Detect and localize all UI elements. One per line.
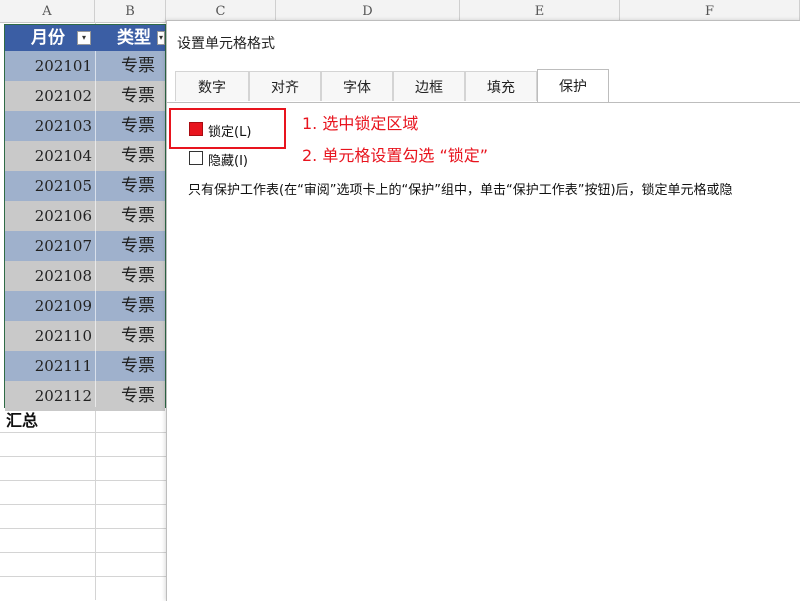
cell-month[interactable]: 202110	[5, 321, 95, 351]
table-row[interactable]: 202110 专票	[5, 321, 165, 351]
cell-month[interactable]: 202102	[5, 81, 95, 111]
cell-type[interactable]: 专票	[95, 381, 165, 411]
cell-month[interactable]: 202103	[5, 111, 95, 141]
column-header-e[interactable]: E	[460, 0, 620, 22]
hidden-label[interactable]: 隐藏(I)	[208, 150, 248, 169]
cell-month[interactable]: 202111	[5, 351, 95, 381]
filter-dropdown-icon[interactable]: ▾	[157, 31, 165, 45]
grid-line	[0, 432, 166, 433]
grid-line	[0, 576, 166, 577]
cell-type[interactable]: 专票	[95, 261, 165, 291]
column-header-b[interactable]: B	[95, 0, 166, 22]
grid-line	[0, 480, 166, 481]
table-row[interactable]: 202112 专票	[5, 381, 165, 411]
table-row[interactable]: 202106 专票	[5, 201, 165, 231]
cell-month[interactable]: 202106	[5, 201, 95, 231]
locked-label[interactable]: 锁定(L)	[208, 121, 251, 140]
column-header-c[interactable]: C	[166, 0, 276, 22]
cell-month[interactable]: 202107	[5, 231, 95, 261]
protection-note: 只有保护工作表(在“审阅”选项卡上的“保护”组中，单击“保护工作表”按钮)后，锁…	[188, 183, 733, 198]
header-month[interactable]: 月份	[31, 25, 65, 51]
cell-type[interactable]: 专票	[95, 141, 165, 171]
grid-line	[0, 552, 166, 553]
cell-type[interactable]: 专票	[95, 171, 165, 201]
table-row[interactable]: 202103 专票	[5, 111, 165, 141]
tab-protection[interactable]: 保护	[537, 69, 609, 102]
hidden-checkbox[interactable]	[189, 151, 203, 165]
tab-border[interactable]: 边框	[393, 71, 465, 101]
table-row[interactable]: 202111 专票	[5, 351, 165, 381]
table-row[interactable]: 202105 专票	[5, 171, 165, 201]
column-header-a[interactable]: A	[0, 0, 95, 22]
column-divider	[95, 51, 96, 407]
column-header-d[interactable]: D	[276, 0, 460, 22]
dialog-title: 设置单元格格式	[177, 36, 275, 52]
cell-month[interactable]: 202109	[5, 291, 95, 321]
cell-type[interactable]: 专票	[95, 51, 165, 81]
column-header-f[interactable]: F	[620, 0, 800, 22]
cell-month[interactable]: 202108	[5, 261, 95, 291]
data-table[interactable]: 月份 ▾ 类型 ▾ 202101 专票 202102 专票 202103 专票 …	[4, 24, 166, 411]
table-row[interactable]: 202102 专票	[5, 81, 165, 111]
table-row[interactable]: 202108 专票	[5, 261, 165, 291]
cell-month[interactable]: 202112	[5, 381, 95, 411]
tab-fill[interactable]: 填充	[465, 71, 537, 101]
grid-line	[0, 504, 166, 505]
cell-type[interactable]: 专票	[95, 111, 165, 141]
summary-label[interactable]: 汇总	[6, 410, 38, 432]
annotation-step-1: 1. 选中锁定区域	[302, 114, 419, 133]
cell-type[interactable]: 专票	[95, 81, 165, 111]
annotation-step-2: 2. 单元格设置勾选 “锁定”	[302, 146, 489, 165]
table-row[interactable]: 202101 专票	[5, 51, 165, 81]
locked-checkbox[interactable]	[189, 122, 203, 136]
grid-line	[0, 528, 166, 529]
tab-font[interactable]: 字体	[321, 71, 393, 101]
cell-type[interactable]: 专票	[95, 201, 165, 231]
tab-divider	[167, 102, 800, 103]
table-row[interactable]: 202107 专票	[5, 231, 165, 261]
tab-alignment[interactable]: 对齐	[249, 71, 321, 101]
format-cells-dialog: 设置单元格格式 数字 对齐 字体 边框 填充 保护 锁定(L) 隐藏(I) 1.…	[166, 20, 800, 601]
table-header-row: 月份 ▾ 类型 ▾	[5, 25, 165, 51]
cell-type[interactable]: 专票	[95, 351, 165, 381]
cell-type[interactable]: 专票	[95, 321, 165, 351]
cell-type[interactable]: 专票	[95, 231, 165, 261]
grid-line	[0, 456, 166, 457]
table-row[interactable]: 202104 专票	[5, 141, 165, 171]
filter-dropdown-icon[interactable]: ▾	[77, 31, 91, 45]
cell-month[interactable]: 202101	[5, 51, 95, 81]
table-row[interactable]: 202109 专票	[5, 291, 165, 321]
cell-month[interactable]: 202104	[5, 141, 95, 171]
cell-month[interactable]: 202105	[5, 171, 95, 201]
cell-type[interactable]: 专票	[95, 291, 165, 321]
header-type[interactable]: 类型	[117, 25, 151, 51]
tab-number[interactable]: 数字	[175, 71, 249, 101]
